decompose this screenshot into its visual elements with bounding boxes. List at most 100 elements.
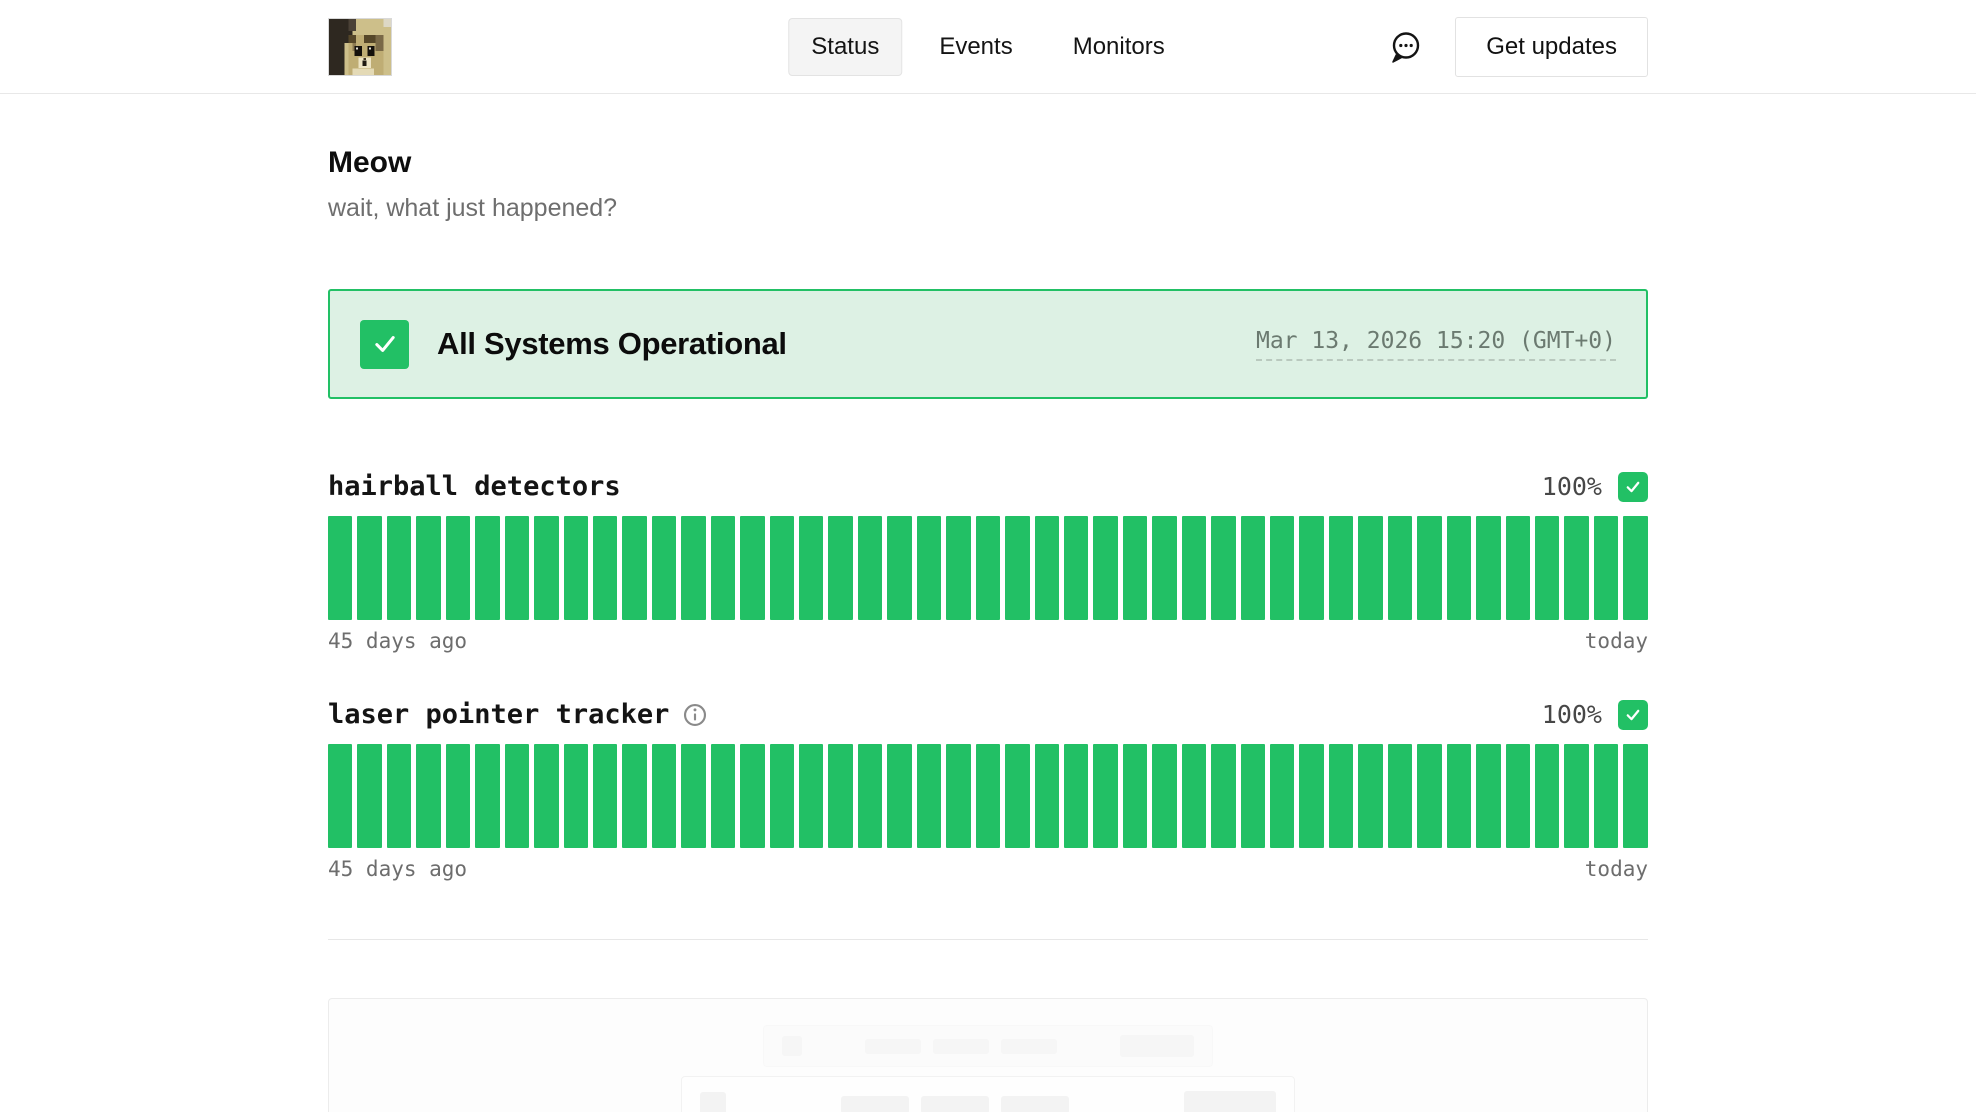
- uptime-bar[interactable]: [1329, 516, 1353, 620]
- uptime-bar[interactable]: [1476, 744, 1500, 848]
- uptime-bar[interactable]: [1299, 516, 1323, 620]
- uptime-bar[interactable]: [593, 744, 617, 848]
- uptime-bar[interactable]: [946, 516, 970, 620]
- uptime-bar[interactable]: [446, 516, 470, 620]
- uptime-bar[interactable]: [711, 744, 735, 848]
- uptime-bar[interactable]: [1388, 516, 1412, 620]
- uptime-bar[interactable]: [917, 516, 941, 620]
- uptime-bar[interactable]: [1123, 744, 1147, 848]
- uptime-bar[interactable]: [1594, 744, 1618, 848]
- uptime-bar[interactable]: [328, 744, 352, 848]
- uptime-bars: [328, 516, 1648, 620]
- tab-events[interactable]: Events: [916, 18, 1035, 76]
- uptime-bar[interactable]: [564, 516, 588, 620]
- uptime-bar[interactable]: [1447, 744, 1471, 848]
- uptime-bar[interactable]: [1447, 516, 1471, 620]
- status-timestamp[interactable]: Mar 13, 2026 15:20 (GMT+0): [1256, 328, 1616, 361]
- uptime-bar[interactable]: [1152, 744, 1176, 848]
- uptime-bar[interactable]: [1564, 744, 1588, 848]
- uptime-bar[interactable]: [1535, 744, 1559, 848]
- uptime-bar[interactable]: [357, 744, 381, 848]
- uptime-bar[interactable]: [387, 516, 411, 620]
- uptime-bar[interactable]: [1064, 516, 1088, 620]
- uptime-bar[interactable]: [1535, 516, 1559, 620]
- uptime-bar[interactable]: [534, 516, 558, 620]
- uptime-bar[interactable]: [828, 516, 852, 620]
- uptime-bar[interactable]: [887, 516, 911, 620]
- uptime-bar[interactable]: [1623, 516, 1647, 620]
- uptime-bar[interactable]: [1123, 516, 1147, 620]
- uptime-bar[interactable]: [1270, 744, 1294, 848]
- uptime-bar[interactable]: [858, 744, 882, 848]
- uptime-bar[interactable]: [387, 744, 411, 848]
- uptime-bar[interactable]: [799, 516, 823, 620]
- site-logo[interactable]: [328, 18, 392, 76]
- get-updates-button[interactable]: Get updates: [1455, 17, 1648, 77]
- uptime-bar[interactable]: [1211, 744, 1235, 848]
- uptime-bar[interactable]: [976, 516, 1000, 620]
- uptime-bar[interactable]: [1299, 744, 1323, 848]
- tab-monitors[interactable]: Monitors: [1050, 18, 1188, 76]
- uptime-bar[interactable]: [1329, 744, 1353, 848]
- uptime-bar[interactable]: [1005, 744, 1029, 848]
- uptime-bar[interactable]: [917, 744, 941, 848]
- uptime-bar[interactable]: [622, 744, 646, 848]
- uptime-bar[interactable]: [505, 744, 529, 848]
- uptime-bar[interactable]: [1241, 516, 1265, 620]
- uptime-bar[interactable]: [828, 744, 852, 848]
- uptime-bar[interactable]: [740, 744, 764, 848]
- uptime-bar[interactable]: [1152, 516, 1176, 620]
- uptime-bar[interactable]: [711, 516, 735, 620]
- skeleton-pill-blob: [921, 1096, 989, 1112]
- uptime-bar[interactable]: [1564, 516, 1588, 620]
- uptime-bar[interactable]: [446, 744, 470, 848]
- uptime-bar[interactable]: [740, 516, 764, 620]
- uptime-bar[interactable]: [416, 744, 440, 848]
- uptime-bar[interactable]: [1358, 744, 1382, 848]
- uptime-bar[interactable]: [416, 516, 440, 620]
- uptime-bar[interactable]: [1594, 516, 1618, 620]
- uptime-bar[interactable]: [1506, 744, 1530, 848]
- feedback-chat-button[interactable]: [1381, 23, 1429, 71]
- uptime-bar[interactable]: [1623, 744, 1647, 848]
- uptime-bar[interactable]: [652, 516, 676, 620]
- uptime-bar[interactable]: [1064, 744, 1088, 848]
- uptime-bar[interactable]: [770, 744, 794, 848]
- uptime-bar[interactable]: [475, 516, 499, 620]
- uptime-bar[interactable]: [1241, 744, 1265, 848]
- uptime-bar[interactable]: [328, 516, 352, 620]
- uptime-bar[interactable]: [1093, 744, 1117, 848]
- uptime-bar[interactable]: [1035, 744, 1059, 848]
- uptime-bar[interactable]: [475, 744, 499, 848]
- uptime-bar[interactable]: [505, 516, 529, 620]
- tab-status[interactable]: Status: [788, 18, 902, 76]
- uptime-bar[interactable]: [1211, 516, 1235, 620]
- uptime-bar[interactable]: [1388, 744, 1412, 848]
- uptime-bar[interactable]: [1182, 516, 1206, 620]
- uptime-bar[interactable]: [887, 744, 911, 848]
- uptime-bar[interactable]: [946, 744, 970, 848]
- uptime-bar[interactable]: [1093, 516, 1117, 620]
- uptime-bar[interactable]: [799, 744, 823, 848]
- uptime-bar[interactable]: [357, 516, 381, 620]
- uptime-bar[interactable]: [770, 516, 794, 620]
- uptime-bar[interactable]: [593, 516, 617, 620]
- uptime-bar[interactable]: [1005, 516, 1029, 620]
- uptime-bar[interactable]: [534, 744, 558, 848]
- uptime-bar[interactable]: [564, 744, 588, 848]
- uptime-bar[interactable]: [1358, 516, 1382, 620]
- uptime-bar[interactable]: [1182, 744, 1206, 848]
- uptime-bar[interactable]: [976, 744, 1000, 848]
- uptime-bar[interactable]: [681, 744, 705, 848]
- uptime-bar[interactable]: [1417, 744, 1441, 848]
- uptime-bar[interactable]: [1476, 516, 1500, 620]
- uptime-bar[interactable]: [681, 516, 705, 620]
- uptime-bar[interactable]: [858, 516, 882, 620]
- uptime-bar[interactable]: [622, 516, 646, 620]
- uptime-bar[interactable]: [1270, 516, 1294, 620]
- uptime-bar[interactable]: [1506, 516, 1530, 620]
- monitor-info-button[interactable]: [683, 703, 707, 727]
- uptime-bar[interactable]: [1417, 516, 1441, 620]
- uptime-bar[interactable]: [652, 744, 676, 848]
- uptime-bar[interactable]: [1035, 516, 1059, 620]
